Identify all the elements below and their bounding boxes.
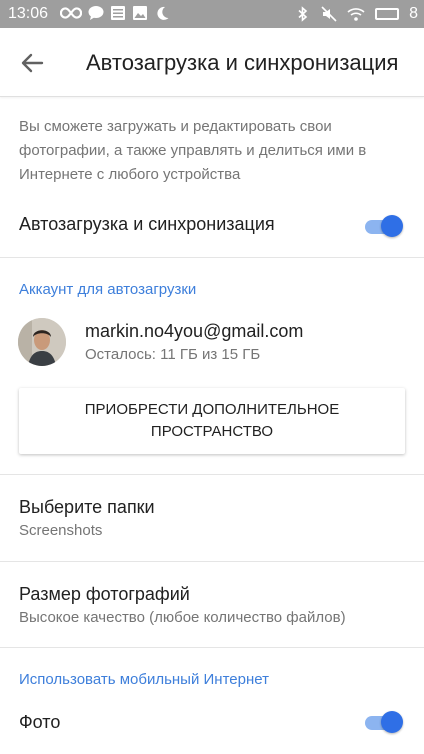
status-bar: 13:06 8 <box>0 0 424 28</box>
divider <box>0 647 424 648</box>
arrow-back-icon[interactable] <box>18 49 46 77</box>
storage-quota: Осталось: 11 ГБ из 15 ГБ <box>85 346 261 363</box>
divider <box>0 257 424 258</box>
chat-icon <box>88 6 104 20</box>
sync-toggle-label: Автозагрузка и синхронизация <box>19 214 275 234</box>
avatar <box>18 318 66 366</box>
choose-folders-value: Screenshots <box>19 522 103 539</box>
page-title: Автозагрузка и синхронизация <box>86 50 399 75</box>
account-section-header: Аккаунт для автозагрузки <box>19 281 197 298</box>
photo-toggle-label: Фото <box>19 712 61 732</box>
wifi-icon <box>347 8 365 21</box>
photo-toggle[interactable] <box>363 709 403 735</box>
photo-toggle-row[interactable]: Фото <box>0 700 424 754</box>
photo-size-value: Высокое качество (любое количество файло… <box>19 609 346 626</box>
sync-toggle-row[interactable]: Автозагрузка и синхронизация <box>0 200 424 256</box>
choose-folders-title: Выберите папки <box>19 497 155 517</box>
clock: 13:06 <box>8 5 49 22</box>
battery-level: 8 <box>409 5 418 22</box>
choose-folders-item[interactable]: Выберите папки Screenshots <box>0 475 424 561</box>
photo-size-item[interactable]: Размер фотографий Высокое качество (любо… <box>0 562 424 647</box>
app-bar: Автозагрузка и синхронизация <box>0 28 424 97</box>
mute-icon <box>321 6 337 22</box>
photo-size-title: Размер фотографий <box>19 584 190 604</box>
description-text: Вы сможете загружать и редактировать сво… <box>19 118 367 183</box>
battery-icon <box>375 8 400 20</box>
buy-storage-label: ПРИОБРЕСТИ ДОПОЛНИТЕЛЬНОЕ ПРОСТРАНСТВО <box>84 401 340 440</box>
account-email: markin.no4you@gmail.com <box>85 321 304 341</box>
buy-storage-button[interactable]: ПРИОБРЕСТИ ДОПОЛНИТЕЛЬНОЕ ПРОСТРАНСТВО <box>19 388 405 454</box>
list-icon <box>111 6 125 20</box>
bluetooth-icon <box>298 6 308 22</box>
infinity-icon <box>60 7 82 19</box>
sync-toggle[interactable] <box>363 213 403 239</box>
moon-icon <box>157 6 169 20</box>
mobile-data-section-header: Использовать мобильный Интернет <box>19 671 269 688</box>
image-icon <box>133 6 147 20</box>
